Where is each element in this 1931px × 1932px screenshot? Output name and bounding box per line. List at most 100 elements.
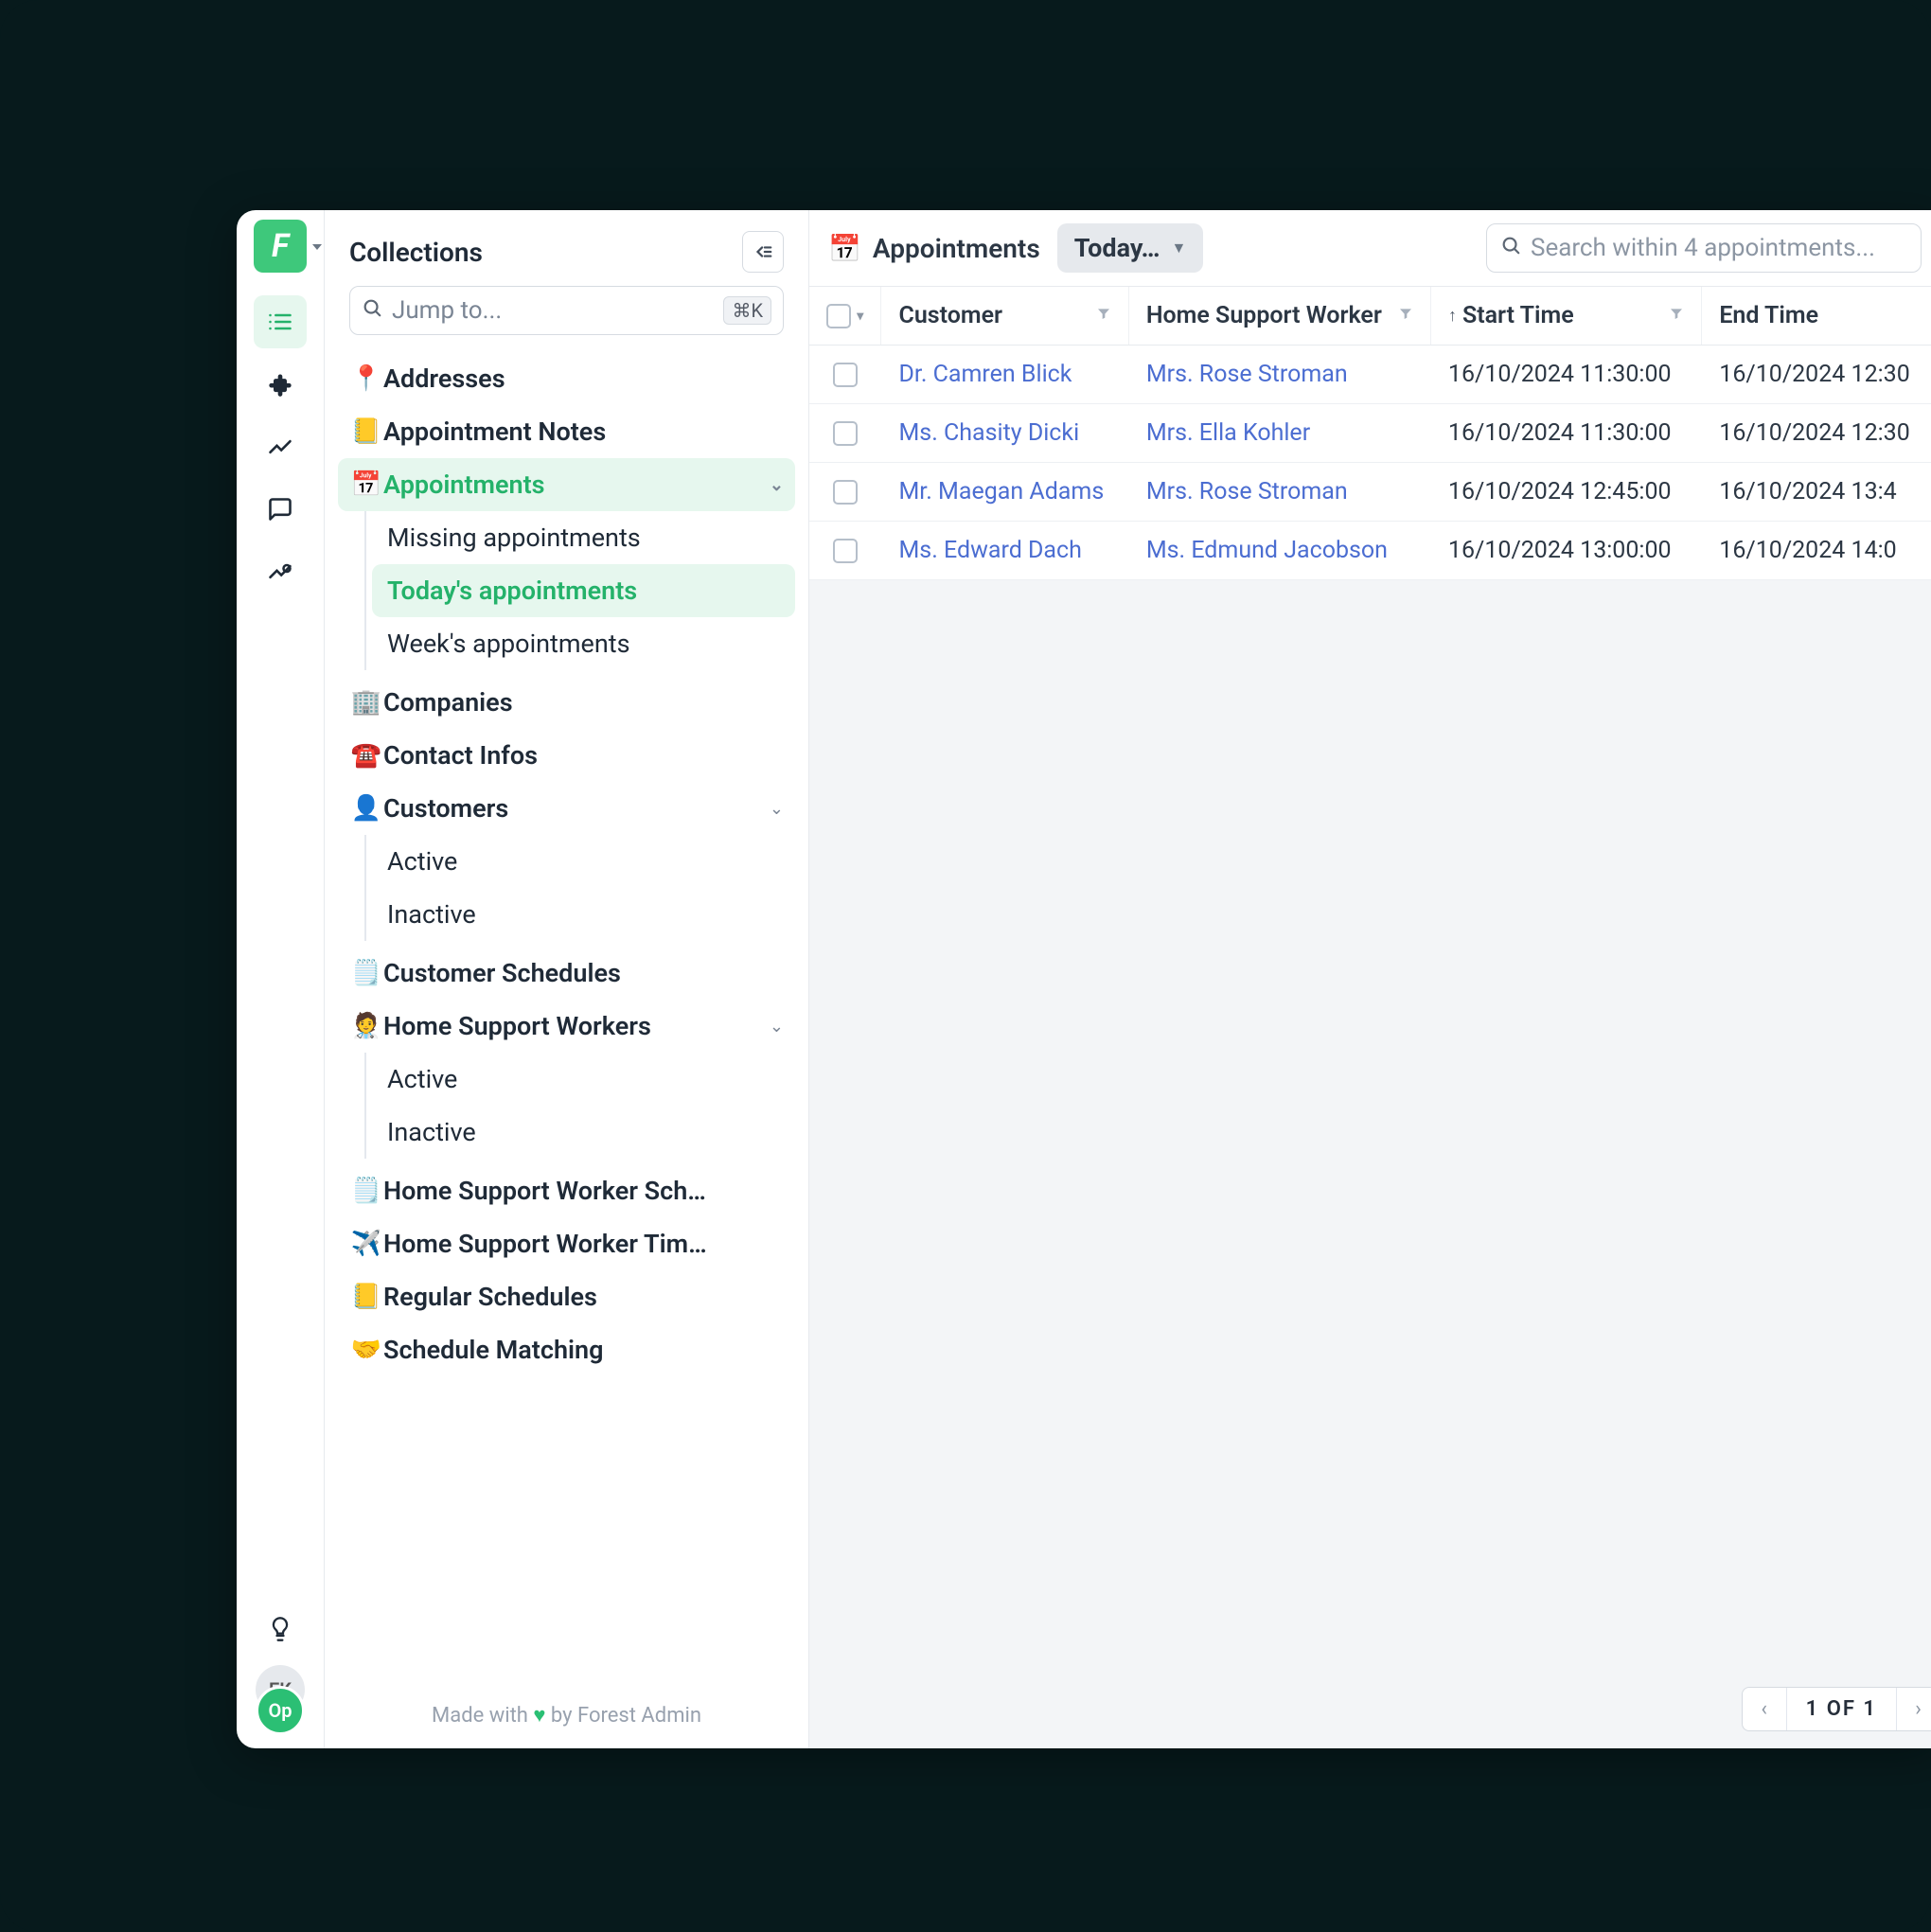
cell-start-time: 16/10/2024 11:30:00 (1431, 346, 1702, 403)
cell-start-time: 16/10/2024 12:45:00 (1431, 463, 1702, 521)
sidebar-subitem[interactable]: Inactive (372, 888, 795, 941)
pager-prev-button[interactable]: ‹ (1743, 1688, 1786, 1730)
column-home-support-worker[interactable]: Home Support Worker (1129, 287, 1431, 345)
collection-icon: ✈️ (349, 1230, 383, 1258)
sidebar-item[interactable]: 🧑‍⚕️Home Support Workers⌄ (338, 1000, 795, 1053)
rail-trend-icon[interactable] (254, 420, 307, 473)
collection-tree: 📍Addresses📒Appointment Notes📅Appointment… (325, 348, 808, 1682)
cell-end-time: 16/10/2024 12:30 (1702, 404, 1931, 462)
jump-to-input[interactable]: Jump to... ⌘K (349, 286, 784, 335)
sidebar-subitem[interactable]: Active (372, 835, 795, 888)
row-checkbox[interactable] (809, 346, 881, 403)
chevron-down-icon: ⌄ (770, 1017, 784, 1037)
sidebar-subitem[interactable]: Inactive (372, 1106, 795, 1159)
sidebar-item[interactable]: ☎️Contact Infos (338, 729, 795, 782)
table-row[interactable]: Mr. Maegan AdamsMrs. Rose Stroman16/10/2… (809, 463, 1931, 522)
sidebar-item[interactable]: ✈️Home Support Worker Tim… (338, 1217, 795, 1270)
topbar: 📅 Appointments Today… ▼ Search within 4 … (809, 210, 1931, 286)
sidebar-item-label: Contact Infos (383, 740, 784, 771)
row-checkbox[interactable] (809, 522, 881, 579)
cell-hsw[interactable]: Mrs. Ella Kohler (1129, 404, 1431, 462)
sidebar-subitem[interactable]: Missing appointments (372, 511, 795, 564)
sidebar-item[interactable]: 👤Customers⌄ (338, 782, 795, 835)
cell-customer[interactable]: Ms. Chasity Dicki (881, 404, 1128, 462)
cell-customer[interactable]: Mr. Maegan Adams (881, 463, 1128, 521)
rail-avatars[interactable]: EK Op (250, 1665, 310, 1733)
sidebar-item-label: Customers (383, 793, 770, 824)
sidebar-item-label: Appointments (383, 470, 770, 500)
rail-analytics-icon[interactable] (254, 545, 307, 598)
pager-next-button[interactable]: › (1896, 1688, 1931, 1730)
pager-label: 1 OF 1 (1786, 1688, 1896, 1730)
collection-icon: 👤 (349, 794, 383, 823)
cell-start-time: 16/10/2024 11:30:00 (1431, 404, 1702, 462)
sort-asc-icon: ↑ (1448, 306, 1457, 326)
sidebar-item-label: Home Support Worker Tim… (383, 1229, 784, 1259)
app-logo[interactable]: F (254, 220, 307, 273)
sidebar-item[interactable]: 📒Regular Schedules (338, 1270, 795, 1323)
table-body: Dr. Camren BlickMrs. Rose Stroman16/10/2… (809, 346, 1931, 1748)
pager: ‹ 1 OF 1 › (1742, 1687, 1931, 1731)
cell-customer[interactable]: Ms. Edward Dach (881, 522, 1128, 579)
sidebar-subitem[interactable]: Active (372, 1053, 795, 1106)
sidebar-item[interactable]: 🗒️Home Support Worker Sch… (338, 1164, 795, 1217)
sidebar-subitem[interactable]: Today's appointments (372, 564, 795, 617)
select-all-checkbox[interactable]: ▾ (809, 287, 881, 345)
rail-puzzle-icon[interactable] (254, 358, 307, 411)
row-checkbox[interactable] (809, 463, 881, 521)
sidebar-item[interactable]: 🏢Companies (338, 676, 795, 729)
table-row[interactable]: Ms. Chasity DickiMrs. Ella Kohler16/10/2… (809, 404, 1931, 463)
column-end-time[interactable]: End Time (1702, 287, 1931, 345)
column-customer[interactable]: Customer (881, 287, 1128, 345)
sidebar-subitem[interactable]: Week's appointments (372, 617, 795, 670)
sidebar-item-label: Home Support Workers (383, 1011, 770, 1041)
table-row[interactable]: Ms. Edward DachMs. Edmund Jacobson 16/10/… (809, 522, 1931, 580)
filter-icon[interactable] (1096, 306, 1111, 326)
jump-shortcut: ⌘K (723, 296, 771, 325)
sidebar-item-label: Active (387, 1064, 784, 1094)
sidebar-item-label: Addresses (383, 363, 784, 394)
collection-icon: 🗒️ (349, 1177, 383, 1205)
rail-tips-icon[interactable] (254, 1603, 307, 1656)
collection-icon: ☎️ (349, 741, 383, 770)
rail-collections-icon[interactable] (254, 295, 307, 348)
chevron-down-icon: ⌄ (770, 475, 784, 495)
filter-icon[interactable] (1398, 306, 1413, 326)
segment-dropdown[interactable]: Today… ▼ (1057, 223, 1204, 273)
chevron-down-icon: ⌄ (770, 799, 784, 819)
table-row[interactable]: Dr. Camren BlickMrs. Rose Stroman16/10/2… (809, 346, 1931, 404)
filter-icon[interactable] (1669, 306, 1684, 326)
search-icon (362, 297, 382, 324)
cell-hsw[interactable]: Mrs. Rose Stroman (1129, 463, 1431, 521)
sidebar-item-label: Today's appointments (387, 576, 784, 606)
sidebar-item[interactable]: 📅Appointments⌄ (338, 458, 795, 511)
column-start-time[interactable]: ↑ Start Time (1431, 287, 1702, 345)
collection-icon: 📅 (349, 470, 383, 499)
search-icon (1500, 235, 1521, 261)
table-header: ▾ Customer Home Support Worker (809, 286, 1931, 346)
collection-icon: 🗒️ (349, 959, 383, 987)
cell-hsw[interactable]: Mrs. Rose Stroman (1129, 346, 1431, 403)
collection-icon: 🧑‍⚕️ (349, 1012, 383, 1040)
sidebar-item[interactable]: 🤝Schedule Matching (338, 1323, 795, 1376)
cell-hsw[interactable]: Ms. Edmund Jacobson (1129, 522, 1431, 579)
sidebar-item-label: Active (387, 846, 784, 877)
breadcrumb[interactable]: 📅 Appointments (828, 233, 1040, 264)
segment-label: Today… (1074, 233, 1160, 263)
rail-chat-icon[interactable] (254, 483, 307, 536)
sidebar-item[interactable]: 📒Appointment Notes (338, 405, 795, 458)
sidebar-item[interactable]: 📍Addresses (338, 352, 795, 405)
collection-icon: 📒 (349, 417, 383, 446)
sidebar-item-label: Home Support Worker Sch… (383, 1176, 784, 1206)
search-input[interactable]: Search within 4 appointments... (1486, 223, 1922, 273)
cell-customer[interactable]: Dr. Camren Blick (881, 346, 1128, 403)
collection-icon: 🏢 (349, 688, 383, 717)
calendar-icon: 📅 (828, 233, 861, 264)
row-checkbox[interactable] (809, 404, 881, 462)
cell-end-time: 16/10/2024 14:0 (1702, 522, 1931, 579)
sidebar-item[interactable]: 🗒️Customer Schedules (338, 947, 795, 1000)
collapse-sidebar-button[interactable] (742, 231, 784, 273)
heart-icon: ♥ (533, 1704, 545, 1728)
sidebar-item-label: Schedule Matching (383, 1335, 784, 1365)
sidebar-item-label: Week's appointments (387, 629, 784, 659)
